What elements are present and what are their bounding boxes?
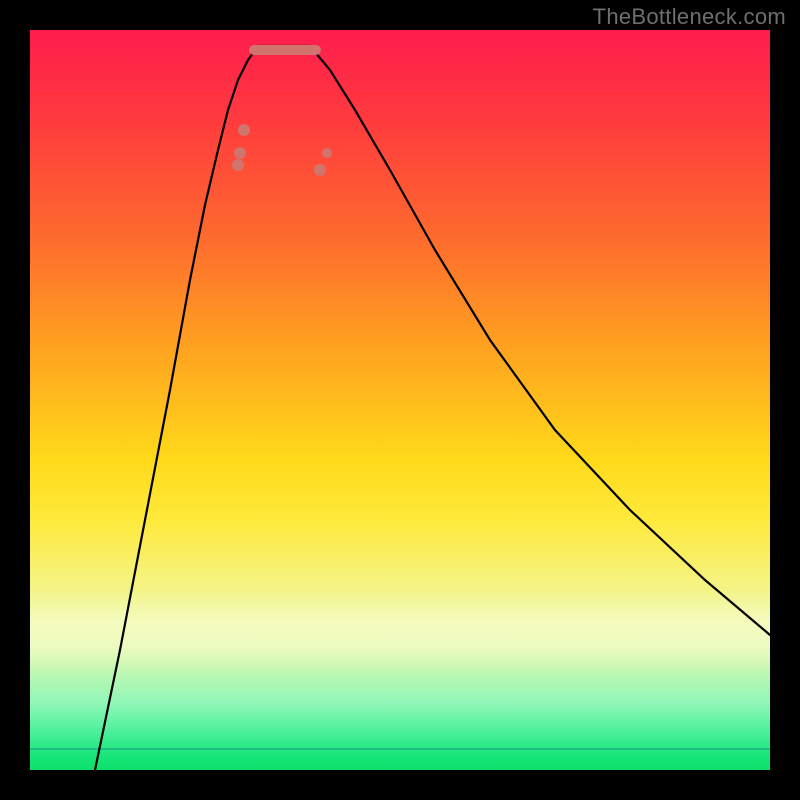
watermark-text: TheBottleneck.com [593, 4, 786, 30]
left-bottleneck-curve [95, 46, 258, 770]
curves-svg [30, 30, 770, 770]
data-marker [238, 124, 250, 136]
data-markers [232, 124, 332, 176]
chart-plot-area [30, 30, 770, 770]
right-bottleneck-curve [310, 46, 770, 635]
app-frame: TheBottleneck.com [0, 0, 800, 800]
data-marker [234, 147, 246, 159]
data-marker [322, 148, 332, 158]
data-marker [314, 164, 326, 176]
data-marker [232, 159, 244, 171]
